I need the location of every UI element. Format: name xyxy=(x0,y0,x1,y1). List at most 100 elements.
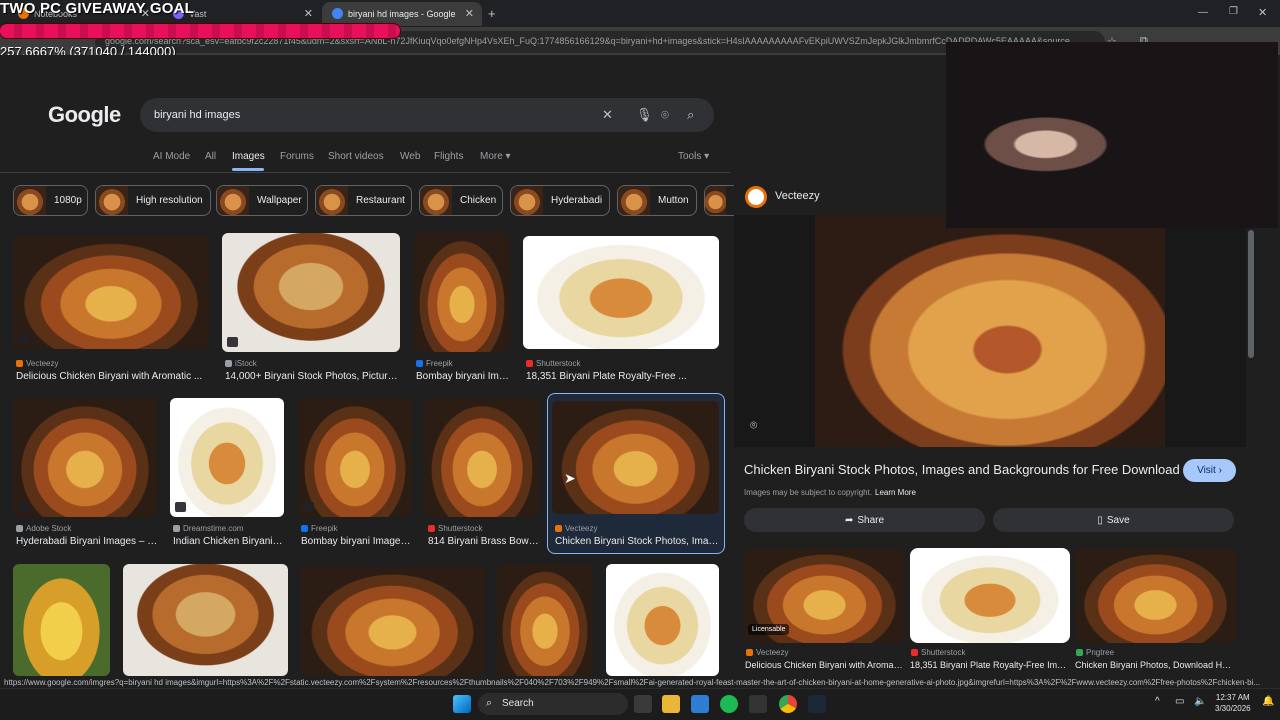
chip-thumbnail xyxy=(511,186,543,215)
related-caption[interactable]: 18,351 Biryani Plate Royalty-Free Image.… xyxy=(910,660,1070,670)
image-badge-icon xyxy=(303,502,314,512)
chip-thumbnail xyxy=(618,186,650,215)
tab-short-videos[interactable]: Short videos xyxy=(328,151,384,162)
visit-button[interactable]: Visit › xyxy=(1183,459,1236,482)
share-button[interactable]: ➦ Share xyxy=(744,508,985,532)
chip-thumbnail xyxy=(14,186,46,215)
spotify-icon[interactable] xyxy=(720,695,738,713)
panel-scrollbar[interactable] xyxy=(1248,230,1254,358)
file-explorer-icon[interactable] xyxy=(662,695,680,713)
close-window-icon[interactable]: ✕ xyxy=(1258,6,1267,19)
tools-button[interactable]: Tools ▾ xyxy=(678,151,709,162)
result-caption[interactable]: Hyderabadi Biryani Images – B... xyxy=(16,536,158,547)
result-image[interactable] xyxy=(222,233,400,352)
tab-flights[interactable]: Flights xyxy=(434,151,463,162)
preview-title[interactable]: Chicken Biryani Stock Photos, Images and… xyxy=(744,462,1180,477)
calculator-icon[interactable] xyxy=(691,695,709,713)
clock[interactable]: 12:37 AM 3/30/2026 xyxy=(1215,692,1251,714)
result-image[interactable] xyxy=(301,567,484,676)
steam-icon[interactable] xyxy=(808,695,826,713)
tab-more[interactable]: More ▾ xyxy=(480,151,511,162)
tab-images[interactable]: Images xyxy=(232,151,265,162)
result-source: Shutterstock xyxy=(428,524,540,533)
search-input[interactable]: biryani hd images xyxy=(140,98,714,132)
chip-thumbnail xyxy=(705,186,726,215)
licensable-badge: Licensable xyxy=(748,624,790,635)
taskbar-search[interactable]: Search xyxy=(478,693,628,715)
mouse-cursor-icon: ➤ xyxy=(564,470,576,486)
related-image[interactable] xyxy=(910,548,1070,643)
related-caption[interactable]: Delicious Chicken Biryani with Aromati..… xyxy=(745,660,905,670)
new-tab-button[interactable]: + xyxy=(488,6,496,21)
result-image[interactable] xyxy=(298,398,412,517)
result-image[interactable] xyxy=(425,398,539,517)
result-caption[interactable]: 18,351 Biryani Plate Royalty-Free ... xyxy=(526,371,718,382)
related-caption[interactable]: Chicken Biryani Photos, Download HD... xyxy=(1075,660,1235,670)
search-icon: ⌕ xyxy=(486,697,493,709)
chip-hyderabadi[interactable]: Hyderabadi xyxy=(510,185,610,216)
shutterstock-favicon-icon xyxy=(428,525,435,532)
result-image[interactable] xyxy=(523,236,719,349)
result-caption[interactable]: Chicken Biryani Stock Photos, Imag... xyxy=(555,536,719,547)
learn-more-link[interactable]: Learn More xyxy=(875,488,916,497)
chip-mutton[interactable]: Mutton xyxy=(617,185,697,216)
link-status-bar: https://www.google.com/imgres?q=biryani … xyxy=(0,676,1280,688)
result-image[interactable] xyxy=(13,564,110,676)
google-logo[interactable]: Google xyxy=(48,102,121,128)
nav-divider xyxy=(0,172,730,173)
tab-all[interactable]: All xyxy=(205,151,216,162)
related-image[interactable] xyxy=(1075,548,1236,643)
chrome-icon[interactable] xyxy=(779,695,797,713)
result-source: Dreamstime.com xyxy=(173,524,285,533)
close-tab-icon[interactable]: ✕ xyxy=(465,7,474,20)
result-image[interactable] xyxy=(606,564,719,676)
result-image[interactable] xyxy=(13,236,209,349)
chip-restaurant[interactable]: Restaurant xyxy=(315,185,412,216)
tab-forums[interactable]: Forums xyxy=(280,151,314,162)
bookmark-icon: ▯ xyxy=(1097,514,1103,526)
windows-start-icon[interactable] xyxy=(453,695,471,713)
close-tab-icon[interactable]: ✕ xyxy=(304,7,313,20)
result-image[interactable] xyxy=(13,398,157,517)
minimize-icon[interactable]: — xyxy=(1198,7,1208,18)
task-view-icon[interactable] xyxy=(634,695,652,713)
restore-icon[interactable]: ❐ xyxy=(1229,6,1238,17)
chip-overflow[interactable] xyxy=(704,185,734,216)
result-image[interactable] xyxy=(170,398,284,517)
result-caption[interactable]: 14,000+ Biryani Stock Photos, Pictures..… xyxy=(225,371,401,382)
lens-search-icon[interactable]: ⌾ xyxy=(750,418,757,433)
chip-wallpaper[interactable]: Wallpaper xyxy=(216,185,308,216)
freepik-favicon-icon xyxy=(301,525,308,532)
preview-image[interactable] xyxy=(815,215,1165,447)
result-image-selected[interactable] xyxy=(552,401,719,514)
search-icon[interactable]: ⌕ xyxy=(687,107,694,123)
result-caption[interactable]: Delicious Chicken Biryani with Aromatic … xyxy=(16,371,208,382)
result-caption[interactable]: 814 Biryani Brass Bowl ... xyxy=(428,536,540,547)
notification-bell-icon[interactable]: 🔔 xyxy=(1262,696,1274,707)
result-caption[interactable]: Bombay biryani Ima... xyxy=(416,371,511,382)
result-image[interactable] xyxy=(497,564,593,676)
active-tab-indicator xyxy=(232,168,264,171)
lens-camera-icon[interactable]: ⌾ xyxy=(661,107,669,123)
chip-1080p[interactable]: 1080p xyxy=(13,185,88,216)
chip-high-resolution[interactable]: High resolution xyxy=(95,185,211,216)
save-button[interactable]: ▯ Save xyxy=(993,508,1234,532)
result-source: iStock xyxy=(225,359,400,368)
tab-biryani-search[interactable]: biryani hd images - Google Sea✕ xyxy=(322,2,482,26)
istock-favicon-icon xyxy=(225,360,232,367)
goal-progress-bar xyxy=(0,24,400,38)
tab-ai-mode[interactable]: AI Mode xyxy=(153,151,190,162)
volume-icon[interactable]: 🔈 xyxy=(1194,696,1206,707)
result-caption[interactable]: Bombay biryani Images ... xyxy=(301,536,413,547)
microphone-icon[interactable]: 🎙 xyxy=(636,107,653,123)
chip-chicken[interactable]: Chicken xyxy=(419,185,503,216)
hudfx-icon[interactable] xyxy=(749,695,767,713)
tray-chevron-icon[interactable]: ^ xyxy=(1155,696,1160,707)
network-icon[interactable]: ▭ xyxy=(1175,696,1184,707)
result-image[interactable] xyxy=(414,233,510,352)
tab-web[interactable]: Web xyxy=(400,151,420,162)
result-image[interactable] xyxy=(123,564,288,676)
preview-source[interactable]: Vecteezy xyxy=(775,190,820,202)
result-caption[interactable]: Indian Chicken Biryani S... xyxy=(173,536,285,547)
clear-search-icon[interactable]: ✕ xyxy=(602,107,613,123)
